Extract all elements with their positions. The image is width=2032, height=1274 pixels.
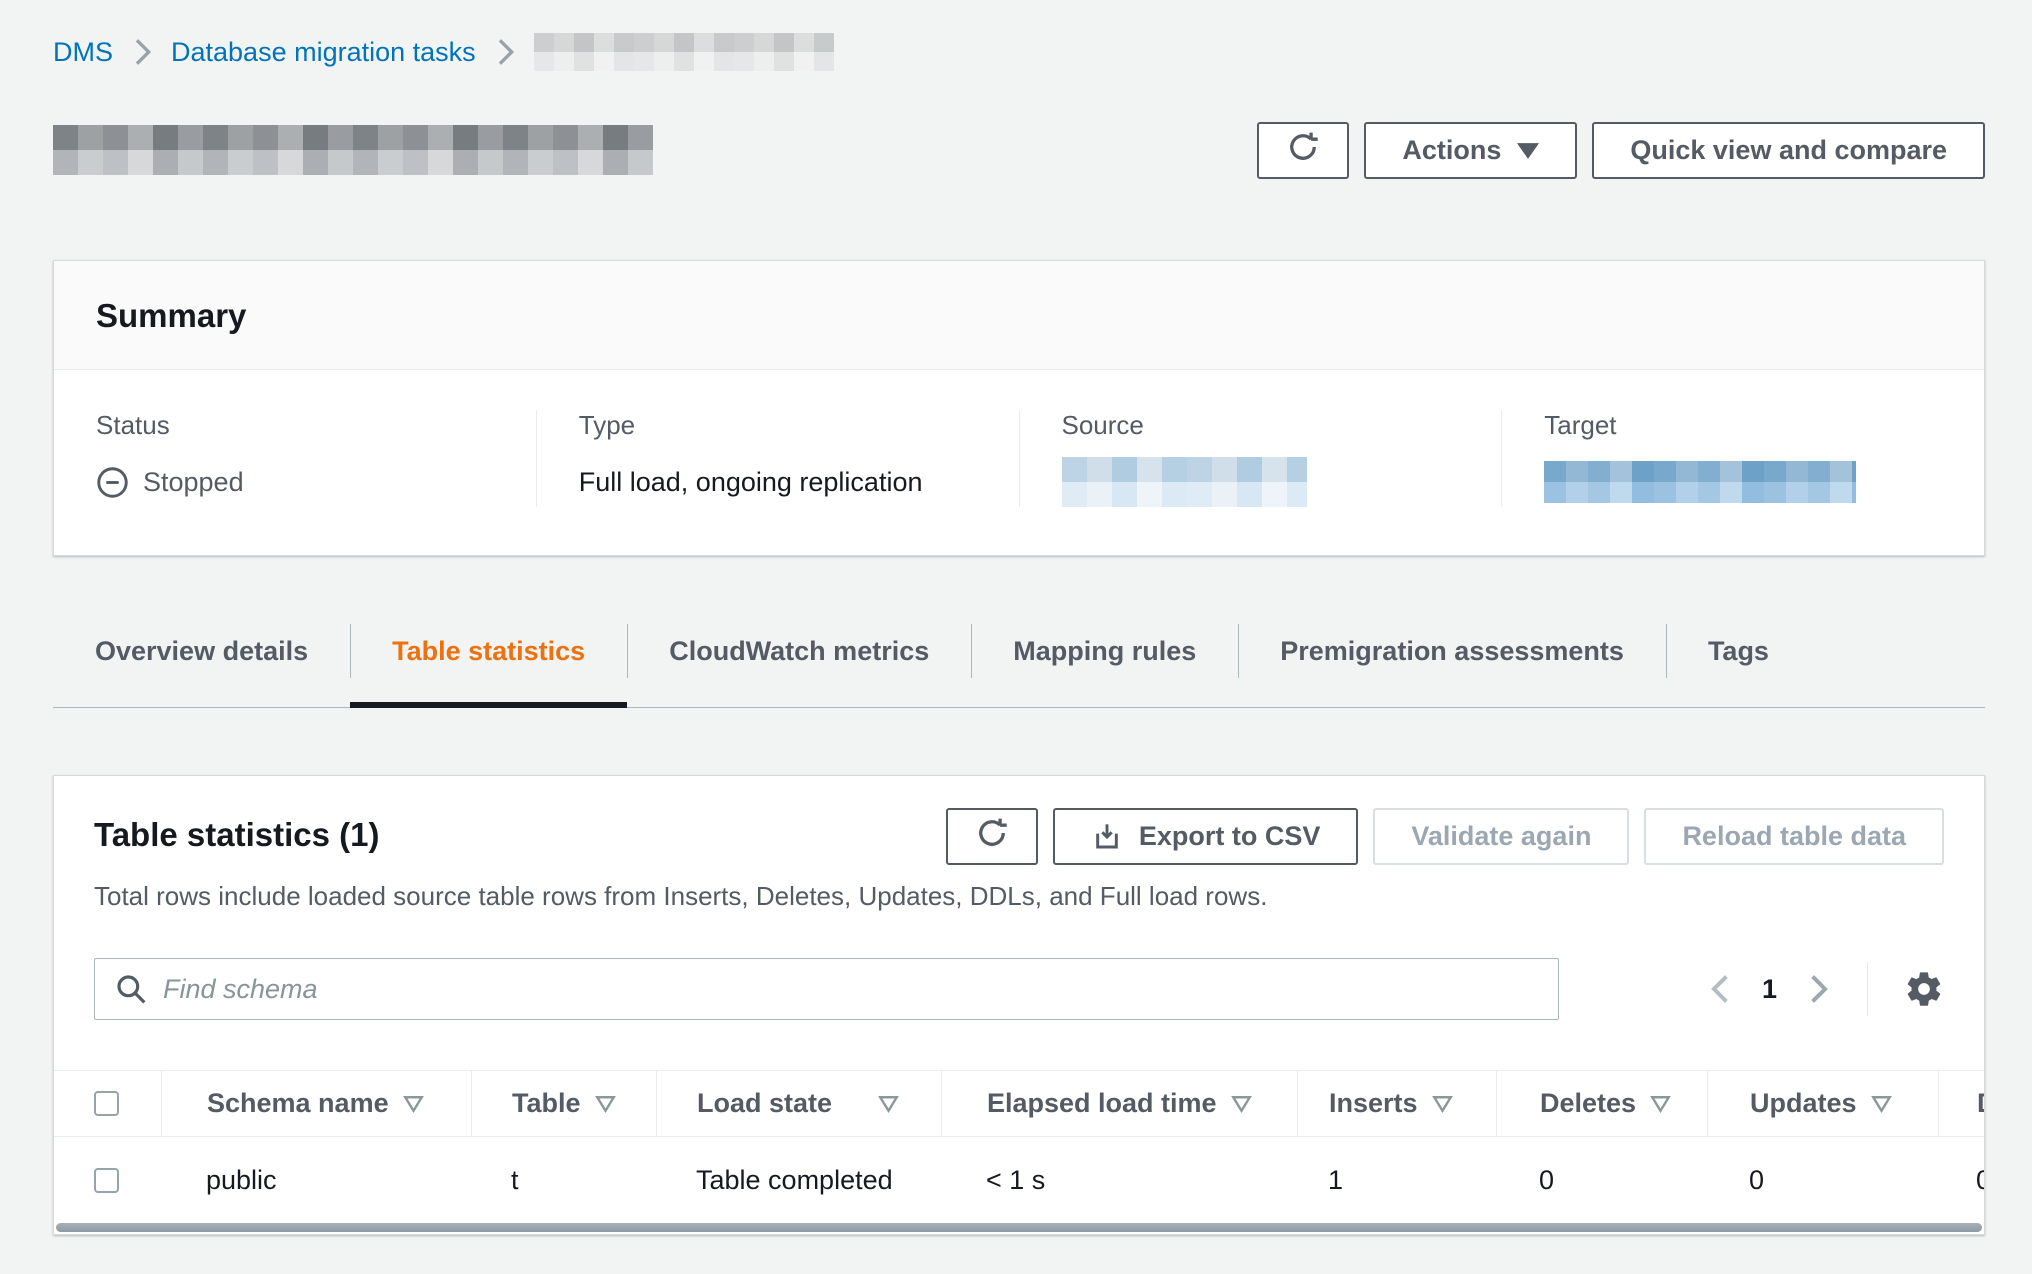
cell-updates: 0 [1707, 1137, 1938, 1223]
tab-tags[interactable]: Tags [1666, 620, 1811, 707]
page-title-redacted [53, 125, 653, 175]
cell-deletes: 0 [1496, 1137, 1707, 1223]
cell-elapsed-load-time: < 1 s [941, 1137, 1297, 1223]
cell-inserts: 1 [1297, 1137, 1496, 1223]
cell-schema-name: public [161, 1137, 471, 1223]
status-text: Stopped [143, 467, 244, 498]
target-endpoint-redacted[interactable] [1544, 461, 1856, 503]
cell-load-state: Table completed [656, 1137, 941, 1223]
schema-search-box [94, 958, 1559, 1020]
select-all-checkbox[interactable] [94, 1091, 119, 1116]
task-detail-tabs: Overview details Table statistics CloudW… [53, 620, 1985, 708]
cell-ddls: 0 [1938, 1137, 1985, 1223]
table-row: public t Table completed < 1 s 1 0 0 0 [54, 1137, 1985, 1223]
row-checkbox[interactable] [94, 1168, 119, 1193]
source-endpoint-redacted[interactable] [1062, 457, 1307, 507]
breadcrumb: DMS Database migration tasks [53, 30, 1985, 74]
sort-triangle-icon[interactable] [1432, 1095, 1453, 1113]
refresh-button[interactable] [1257, 122, 1349, 179]
source-value [1062, 457, 1460, 507]
quick-view-and-compare-button[interactable]: Quick view and compare [1592, 122, 1985, 179]
horizontal-scrollbar[interactable] [56, 1223, 1982, 1232]
pagination: 1 [1708, 962, 1944, 1016]
sort-triangle-icon[interactable] [1650, 1095, 1671, 1113]
column-header-deletes[interactable]: Deletes [1496, 1071, 1707, 1136]
cell-table: t [471, 1137, 656, 1223]
column-header-table[interactable]: Table [471, 1071, 656, 1136]
refresh-icon [1285, 129, 1321, 172]
table-statistics-title: Table statistics (1) [94, 808, 379, 854]
table-statistics-panel: Table statistics (1) Export to [53, 775, 1985, 1235]
next-page-button[interactable] [1805, 973, 1831, 1005]
table-settings-gear-button[interactable] [1904, 969, 1944, 1009]
validate-again-button[interactable]: Validate again [1373, 808, 1629, 865]
column-header-load-state[interactable]: Load state [656, 1071, 941, 1136]
status-value: Stopped [96, 457, 494, 507]
actions-button[interactable]: Actions [1364, 122, 1577, 179]
export-button-label: Export to CSV [1139, 821, 1321, 852]
chevron-right-icon [131, 37, 153, 67]
sort-triangle-icon[interactable] [1231, 1095, 1252, 1113]
column-header-updates[interactable]: Updates [1707, 1071, 1938, 1136]
column-header-inserts[interactable]: Inserts [1297, 1071, 1496, 1136]
reload-table-data-button[interactable]: Reload table data [1644, 808, 1944, 865]
tab-mapping-rules[interactable]: Mapping rules [971, 620, 1238, 707]
sort-triangle-icon[interactable] [878, 1095, 899, 1113]
target-value [1544, 457, 1942, 507]
page-header: Actions Quick view and compare [53, 110, 1985, 190]
actions-button-label: Actions [1402, 135, 1501, 166]
target-label: Target [1544, 410, 1942, 441]
summary-panel-header: Summary [54, 261, 1984, 370]
tab-premigration-assessments[interactable]: Premigration assessments [1238, 620, 1666, 707]
column-header-schema-name[interactable]: Schema name [161, 1071, 471, 1136]
pager-divider [1867, 962, 1868, 1016]
refresh-icon [974, 815, 1010, 858]
select-all-cell [54, 1071, 161, 1136]
breadcrumb-task-name-redacted [534, 33, 834, 71]
table-header-row: Schema name Table Load state [54, 1070, 1985, 1137]
tab-overview-details[interactable]: Overview details [53, 620, 350, 707]
sort-triangle-icon[interactable] [595, 1095, 616, 1113]
summary-panel-body: Status Stopped Type Full load, ongoing r… [54, 370, 1984, 555]
table-statistics-description: Total rows include loaded source table r… [54, 865, 1984, 912]
column-header-elapsed-load-time[interactable]: Elapsed load time [941, 1071, 1297, 1136]
table-statistics-buttons: Export to CSV Validate again Reload tabl… [946, 808, 1944, 865]
sort-triangle-icon[interactable] [1871, 1095, 1892, 1113]
status-label: Status [96, 410, 494, 441]
row-select-cell [54, 1137, 161, 1223]
source-label: Source [1062, 410, 1460, 441]
table-statistics-table: Schema name Table Load state [54, 1070, 1985, 1223]
export-to-csv-button[interactable]: Export to CSV [1053, 808, 1359, 865]
column-header-ddls[interactable]: DDLs [1938, 1071, 1985, 1136]
dms-task-page: DMS Database migration tasks Actions [0, 0, 2032, 1235]
summary-panel: Summary Status Stopped Type Full load, o… [53, 260, 1985, 556]
breadcrumb-link-dms[interactable]: DMS [53, 37, 113, 68]
header-buttons: Actions Quick view and compare [1257, 122, 1985, 179]
table-controls: 1 [54, 912, 1984, 1020]
summary-field-type: Type Full load, ongoing replication [536, 410, 1019, 507]
summary-field-target: Target [1501, 410, 1984, 507]
circle-minus-icon [96, 466, 129, 499]
sort-triangle-icon[interactable] [403, 1095, 424, 1113]
summary-field-status: Status Stopped [54, 410, 536, 507]
chevron-right-icon [494, 37, 516, 67]
table-refresh-button[interactable] [946, 808, 1038, 865]
tab-table-statistics[interactable]: Table statistics [350, 620, 627, 707]
caret-down-icon [1517, 135, 1539, 166]
breadcrumb-link-migration-tasks[interactable]: Database migration tasks [171, 37, 476, 68]
reload-button-label: Reload table data [1682, 821, 1906, 852]
validate-button-label: Validate again [1411, 821, 1591, 852]
magnifier-icon [115, 973, 147, 1005]
table-statistics-header: Table statistics (1) Export to [54, 776, 1984, 865]
find-schema-input[interactable] [163, 959, 1538, 1019]
summary-field-source: Source [1019, 410, 1502, 507]
download-tray-icon [1091, 821, 1123, 853]
quick-view-button-label: Quick view and compare [1630, 135, 1947, 166]
previous-page-button[interactable] [1708, 973, 1734, 1005]
page-number[interactable]: 1 [1762, 974, 1777, 1005]
type-label: Type [579, 410, 977, 441]
tab-cloudwatch-metrics[interactable]: CloudWatch metrics [627, 620, 971, 707]
summary-title: Summary [96, 297, 1942, 335]
type-value: Full load, ongoing replication [579, 457, 977, 507]
